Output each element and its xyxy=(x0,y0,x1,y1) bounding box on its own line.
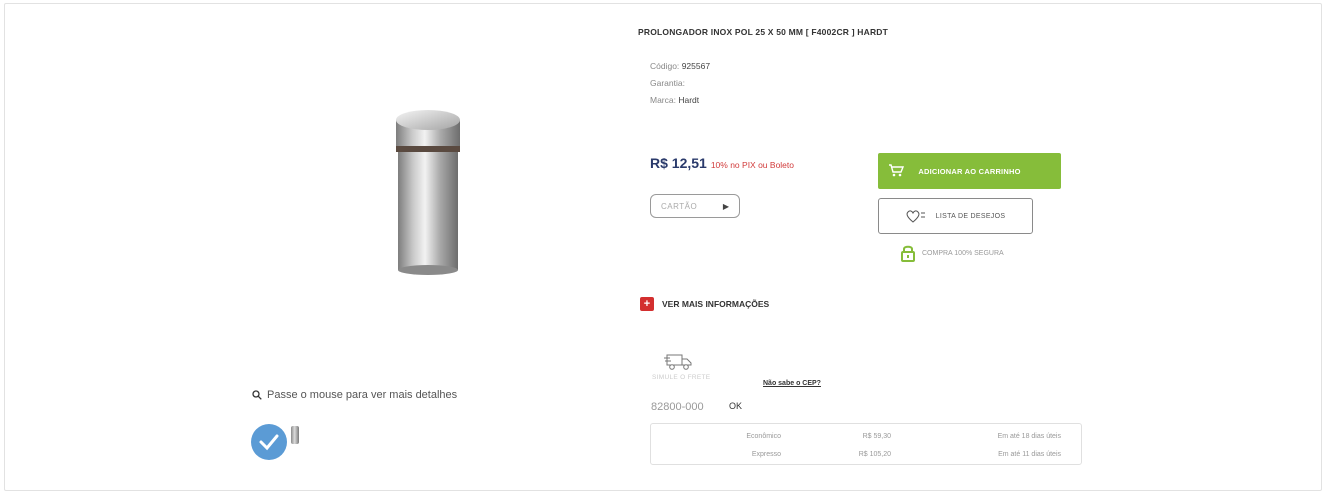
shipping-row: Econômico R$ 59,30 Em até 18 dias úteis xyxy=(746,432,1061,440)
add-to-cart-label: ADICIONAR AO CARRINHO xyxy=(918,166,1021,176)
secure-purchase-label: COMPRA 100% SEGURA xyxy=(922,249,1004,257)
product-code: Código: 925567 xyxy=(650,61,711,71)
more-info-toggle[interactable]: + VER MAIS INFORMAÇÕES xyxy=(640,297,769,311)
secure-purchase: COMPRA 100% SEGURA xyxy=(900,244,1004,262)
zoom-hint-text: Passe o mouse para ver mais detalhes xyxy=(267,389,458,401)
lock-icon xyxy=(901,245,915,262)
product-image[interactable] xyxy=(388,100,468,280)
wishlist-label: LISTA DE DESEJOS xyxy=(935,212,1006,220)
check-icon xyxy=(259,434,279,451)
shipping-row: Expresso R$ 105,20 Em até 11 dias úteis xyxy=(751,450,1061,458)
thumbnail-selected[interactable] xyxy=(251,424,287,460)
thumbnail-product[interactable] xyxy=(291,426,299,444)
card-payment-label: CARTÃO xyxy=(661,201,698,211)
shipping-table: Econômico R$ 59,30 Em até 18 dias úteis … xyxy=(650,423,1082,465)
card-payment-button[interactable]: CARTÃO ▶ xyxy=(650,194,740,218)
product-title: PROLONGADOR INOX POL 25 X 50 MM [ F4002C… xyxy=(638,27,889,37)
cep-ok-button[interactable]: OK xyxy=(729,401,742,411)
cart-icon xyxy=(889,164,904,177)
search-icon xyxy=(252,390,262,400)
product-warranty: Garantia: xyxy=(650,78,685,88)
price-row: R$ 12,51 10% no PIX ou Boleto xyxy=(650,155,794,171)
heart-icon xyxy=(906,210,925,223)
more-info-label: VER MAIS INFORMAÇÕES xyxy=(662,299,770,309)
wishlist-button[interactable]: LISTA DE DESEJOS xyxy=(878,198,1033,234)
product-brand: Marca: Hardt xyxy=(650,95,700,105)
play-arrow-icon: ▶ xyxy=(722,201,729,211)
product-meta: Código: 925567 Garantia: Marca: Hardt xyxy=(650,58,710,109)
shipping-label: SIMULE O FRETE xyxy=(652,374,711,381)
truck-icon xyxy=(664,354,692,370)
discount-note: 10% no PIX ou Boleto xyxy=(710,160,794,170)
cep-help-link[interactable]: Não sabe o CEP? xyxy=(763,380,821,387)
plus-icon: + xyxy=(640,297,654,311)
cep-input[interactable] xyxy=(651,399,721,415)
add-to-cart-button[interactable]: ADICIONAR AO CARRINHO xyxy=(878,153,1061,189)
price: R$ 12,51 xyxy=(650,155,707,171)
zoom-hint: Passe o mouse para ver mais detalhes xyxy=(252,389,457,401)
